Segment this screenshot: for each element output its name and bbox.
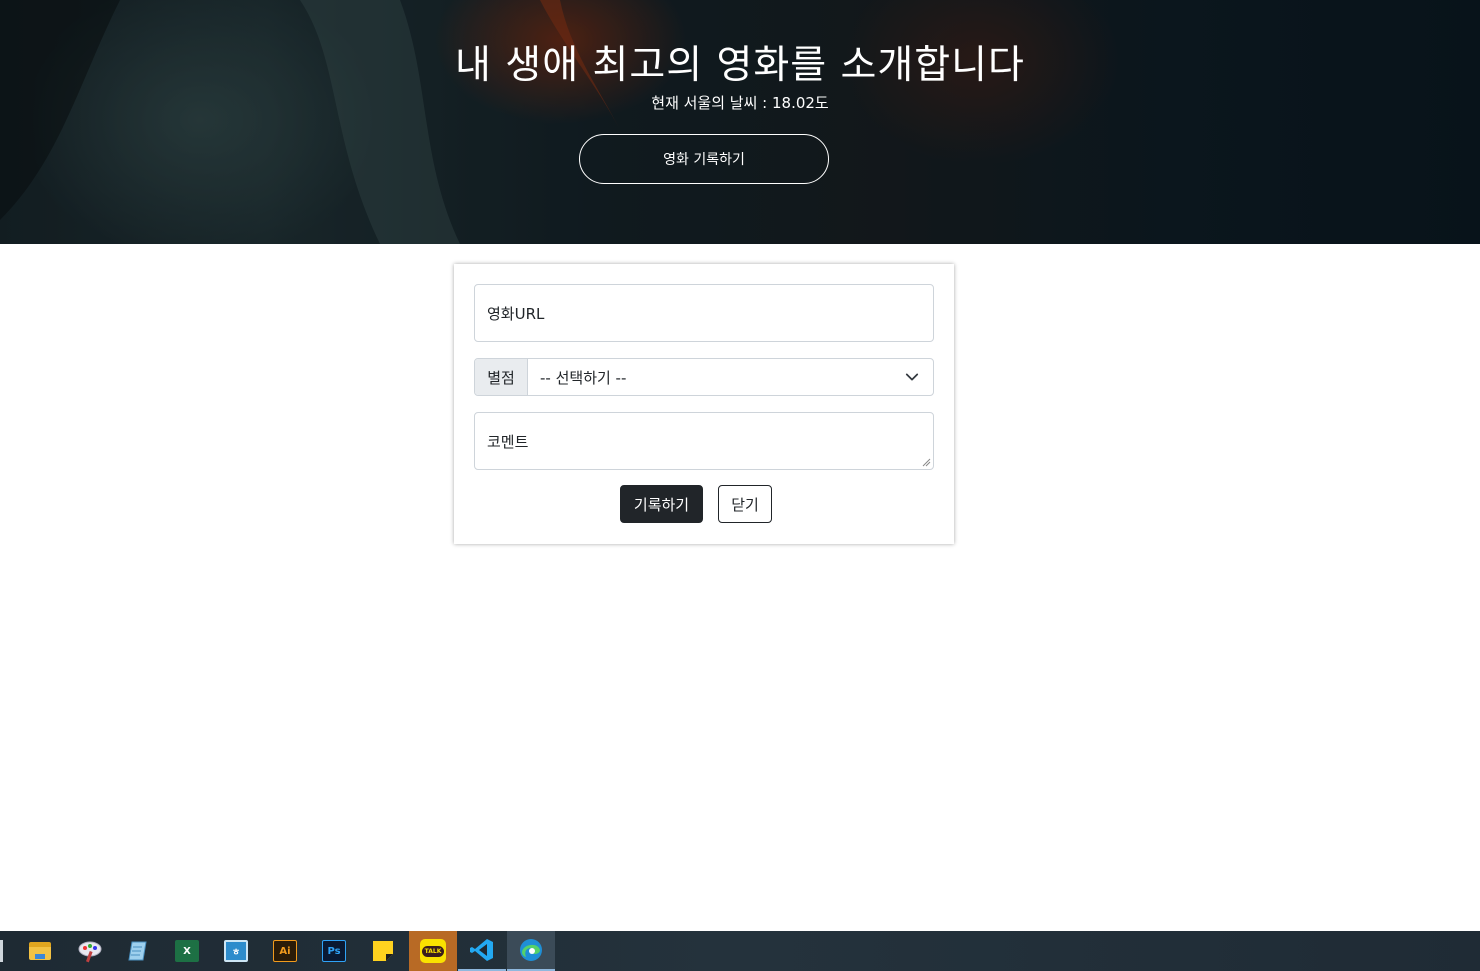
taskbar-edge (0, 940, 3, 962)
weather-text: 현재 서울의 날씨 : 18.02도 (651, 94, 829, 112)
comment-textarea[interactable]: 코멘트 (474, 412, 934, 470)
kakaotalk-icon[interactable]: TALK (409, 931, 457, 971)
vscode-icon[interactable] (458, 931, 506, 971)
edge-browser-icon[interactable] (507, 931, 555, 971)
comment-placeholder: 코멘트 (487, 432, 529, 451)
rating-label: 별점 (475, 359, 528, 395)
paint-app-icon[interactable] (66, 931, 114, 971)
windows-taskbar: X ㅎ Ai Ps TALK (0, 931, 1480, 971)
movie-form-card: 영화URL 별점 -- 선택하기 -- 코멘트 기록하기 닫기 (454, 264, 954, 544)
movie-url-placeholder: 영화URL (487, 304, 545, 323)
sticky-notes-icon[interactable] (359, 931, 407, 971)
page-title: 내 생애 최고의 영화를 소개합니다 (455, 43, 1025, 88)
excel-icon[interactable]: X (163, 931, 211, 971)
save-button[interactable]: 기록하기 (620, 485, 703, 523)
photoshop-icon[interactable]: Ps (310, 931, 358, 971)
resize-grip-icon[interactable] (922, 458, 931, 467)
rating-selected-value: -- 선택하기 -- (540, 368, 627, 387)
hangul-word-icon[interactable]: ㅎ (212, 931, 260, 971)
hero-banner: 내 생애 최고의 영화를 소개합니다 현재 서울의 날씨 : 18.02도 영화… (0, 0, 1480, 244)
record-movie-button[interactable]: 영화 기록하기 (579, 134, 829, 184)
notepad-icon[interactable] (114, 931, 162, 971)
close-button[interactable]: 닫기 (718, 485, 772, 523)
file-explorer-icon[interactable] (16, 931, 64, 971)
rating-select[interactable]: -- 선택하기 -- (528, 359, 933, 395)
movie-url-input[interactable]: 영화URL (474, 284, 934, 342)
illustrator-icon[interactable]: Ai (261, 931, 309, 971)
rating-input-group: 별점 -- 선택하기 -- (474, 358, 934, 396)
chevron-down-icon (905, 373, 919, 381)
